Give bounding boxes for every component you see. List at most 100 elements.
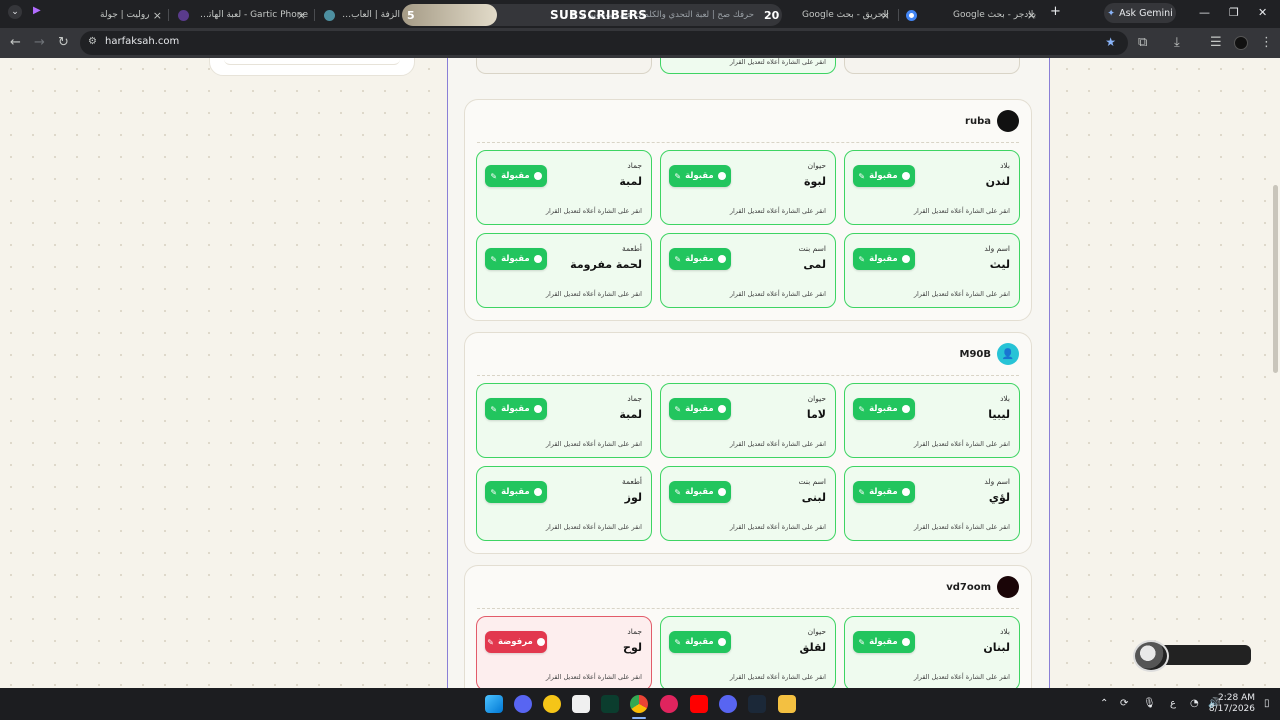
floating-widget[interactable] bbox=[1133, 640, 1251, 672]
tab-1[interactable]: Gartic Phone - لعبة الهاتف المكسور × bbox=[178, 4, 308, 26]
url-text[interactable]: harfaksah.com bbox=[105, 36, 179, 47]
ask-gemini-label: Ask Gemini bbox=[1119, 7, 1173, 19]
profile-avatar[interactable] bbox=[1234, 36, 1248, 50]
emoji-app-icon[interactable] bbox=[543, 695, 561, 713]
edit-icon: ✎ bbox=[858, 487, 866, 497]
back-icon[interactable]: ← bbox=[10, 35, 21, 50]
discord-icon[interactable] bbox=[719, 695, 737, 713]
close-icon[interactable]: × bbox=[881, 9, 890, 22]
card-hint: انقر على الشارة أعلاه لتعديل القرار bbox=[913, 207, 1010, 215]
tab-2[interactable]: الزفة | ألعاب جماعية bbox=[324, 4, 400, 26]
accepted-badge[interactable]: ✎ مقبولة bbox=[485, 165, 547, 187]
reload-icon[interactable]: ↻ bbox=[58, 35, 69, 50]
file-explorer-icon[interactable] bbox=[778, 695, 796, 713]
rejected-badge[interactable]: ✎ مرفوضة bbox=[485, 631, 547, 653]
youtube-icon[interactable] bbox=[690, 695, 708, 713]
accepted-badge[interactable]: ✎ مقبولة bbox=[853, 481, 915, 503]
tab-4[interactable]: الحريق - بحث Google × bbox=[802, 4, 892, 26]
status-dot-icon bbox=[533, 255, 542, 263]
card-hint: انقر على الشارة أعلاه لتعديل القرار bbox=[913, 440, 1010, 448]
microphone-icon[interactable]: 🎙 bbox=[1143, 698, 1156, 709]
answer-word: لمى bbox=[803, 258, 826, 271]
category-label: بلاد bbox=[1000, 161, 1010, 170]
status-label: مقبولة bbox=[869, 637, 898, 647]
extensions-icon[interactable]: ⧉ bbox=[1138, 35, 1147, 50]
chevron-up-icon[interactable]: ⌃ bbox=[1100, 698, 1108, 709]
answer-card: بلاد لندن انقر على الشارة أعلاه لتعديل الق… bbox=[844, 150, 1020, 225]
chrome-icon[interactable] bbox=[630, 695, 648, 713]
status-dot-icon bbox=[717, 405, 726, 413]
notifications-icon[interactable]: ▯ bbox=[1264, 698, 1270, 709]
discord-icon[interactable] bbox=[514, 695, 532, 713]
close-window-button[interactable]: ✕ bbox=[1258, 6, 1267, 19]
accepted-badge[interactable]: ✎ مقبولة bbox=[669, 398, 731, 420]
accepted-badge[interactable]: ✎ مقبولة bbox=[669, 165, 731, 187]
maximize-button[interactable]: ❐ bbox=[1229, 6, 1239, 19]
menu-icon[interactable]: ⋮ bbox=[1260, 35, 1273, 50]
active-tab[interactable]: 5 حرفك صح | لعبة التحدي والكلمات في اليو… bbox=[402, 4, 782, 26]
close-icon[interactable]: × bbox=[297, 9, 306, 22]
accepted-badge[interactable]: ✎ مقبولة bbox=[669, 481, 731, 503]
card-hint: انقر على الشارة أعلاه لتعديل القرار bbox=[545, 673, 642, 681]
steam-icon[interactable] bbox=[748, 695, 766, 713]
edit-icon: ✎ bbox=[674, 637, 682, 647]
status-label: مقبولة bbox=[869, 487, 898, 497]
scrollbar[interactable] bbox=[1271, 58, 1280, 688]
clock-date: 8/17/2026 bbox=[1208, 704, 1255, 714]
status-label: مقبولة bbox=[685, 254, 714, 264]
accepted-badge[interactable]: ✎ مقبولة bbox=[669, 631, 731, 653]
card-hint: انقر على الشارة أعلاه لتعديل القرار bbox=[545, 440, 642, 448]
site-info-icon[interactable]: ⚙ bbox=[88, 36, 97, 47]
clock[interactable]: 2:28 AM 8/17/2026 bbox=[1209, 693, 1255, 715]
tab-0[interactable]: روليت | جولة × bbox=[100, 4, 164, 26]
accepted-badge[interactable]: ✎ مقبولة bbox=[485, 248, 547, 270]
scrollbar-thumb[interactable] bbox=[1273, 185, 1278, 373]
app-icon[interactable] bbox=[601, 695, 619, 713]
address-bar[interactable]: ⚙ harfaksah.com ★ bbox=[80, 31, 1128, 55]
reading-list-icon[interactable]: ☰ bbox=[1210, 35, 1222, 50]
accepted-badge[interactable]: ✎ مقبولة bbox=[669, 248, 731, 270]
forward-icon[interactable]: → bbox=[34, 35, 45, 50]
card-hint: انقر على الشارة أعلاه لتعديل القرار bbox=[913, 673, 1010, 681]
sync-icon[interactable]: ⟳ bbox=[1120, 698, 1128, 709]
download-icon[interactable]: ⤓ bbox=[1174, 35, 1180, 50]
accepted-badge[interactable]: ✎ مقبولة bbox=[853, 248, 915, 270]
accepted-badge[interactable]: ✎ مقبولة bbox=[853, 398, 915, 420]
status-label: مقبولة bbox=[685, 404, 714, 414]
new-tab-button[interactable]: + bbox=[1050, 4, 1061, 19]
tab-5[interactable]: بلادجر - بحث Google × bbox=[906, 4, 1038, 26]
accepted-badge[interactable]: ✎ مقبولة bbox=[853, 165, 915, 187]
tab-title: Gartic Phone - لعبة الهاتف المكسور bbox=[195, 10, 308, 20]
gemini-icon: ✦ bbox=[1107, 7, 1116, 19]
status-label: مقبولة bbox=[685, 487, 714, 497]
close-icon[interactable]: × bbox=[153, 9, 162, 22]
edit-icon: ✎ bbox=[858, 171, 866, 181]
tab-search-button[interactable]: ⌄ bbox=[8, 5, 22, 19]
accepted-badge[interactable]: ✎ مقبولة bbox=[853, 631, 915, 653]
answer-card: أطعمة لحمة مفرومة انقر على الشارة أعلاه لت… bbox=[476, 233, 652, 308]
browser-toolbar: ← → ↻ ⚙ harfaksah.com ★ ⧉ ⤓ ☰ ⋮ bbox=[0, 28, 1280, 58]
card-hint: انقر على الشارة أعلاه لتعديل القرار bbox=[545, 290, 642, 298]
card-hint: انقر على الشارة أعلاه لتعديل القرار bbox=[545, 523, 642, 531]
media-player-icon[interactable] bbox=[660, 695, 678, 713]
bookmark-star-icon[interactable]: ★ bbox=[1105, 35, 1116, 49]
edit-icon: ✎ bbox=[674, 404, 682, 414]
status-label: مقبولة bbox=[869, 171, 898, 181]
language-indicator[interactable]: ع bbox=[1170, 698, 1176, 709]
tab-separator bbox=[314, 9, 315, 21]
store-icon[interactable] bbox=[572, 695, 590, 713]
side-panel-card bbox=[209, 58, 415, 76]
subscribers-label: SUBSCRIBERS bbox=[550, 8, 648, 22]
accepted-badge[interactable]: ✎ مقبولة bbox=[485, 398, 547, 420]
accepted-badge[interactable]: ✎ مقبولة bbox=[485, 481, 547, 503]
ask-gemini-button[interactable]: ✦ Ask Gemini bbox=[1104, 3, 1176, 23]
minimize-button[interactable]: — bbox=[1199, 6, 1210, 19]
status-dot-icon bbox=[901, 172, 910, 180]
start-icon[interactable] bbox=[485, 695, 503, 713]
answer-card: أطعمة لوز انقر على الشارة أعلاه لتعديل الق… bbox=[476, 466, 652, 541]
tab-separator bbox=[168, 9, 169, 21]
answer-card: بلاد ليبيا انقر على الشارة أعلاه لتعديل ال… bbox=[844, 383, 1020, 458]
wifi-icon[interactable]: ◔ bbox=[1190, 698, 1199, 709]
close-icon[interactable]: × bbox=[1027, 9, 1036, 22]
edit-icon: ✎ bbox=[490, 487, 498, 497]
